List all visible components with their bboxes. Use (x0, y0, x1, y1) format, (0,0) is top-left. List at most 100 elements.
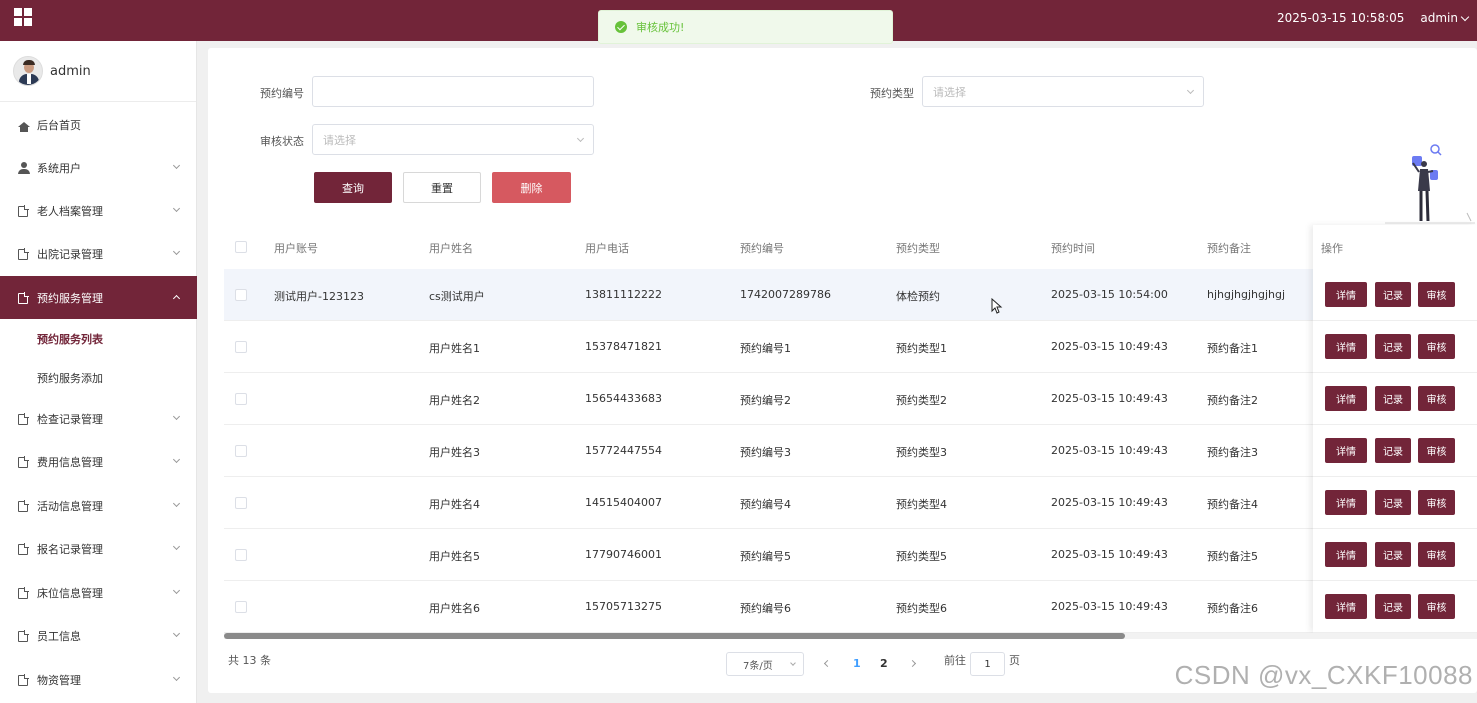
booking-no-label: 预约编号 (260, 87, 304, 100)
record-button[interactable]: 记录 (1375, 334, 1411, 359)
document-icon (18, 673, 29, 686)
operation-column: 操作 详情 记录 审核 详情 记录 审核 详情 记录 审核 详情 记录 审核 详… (1313, 225, 1477, 633)
booking-no-input[interactable] (312, 76, 594, 107)
sidebar-item-label: 员工信息 (37, 629, 81, 643)
column-header: 预约类型 (896, 242, 940, 255)
table-cell: 预约编号4 (740, 498, 791, 511)
table-cell: 用户姓名6 (429, 602, 480, 615)
record-button[interactable]: 记录 (1375, 438, 1411, 463)
app-grid-icon[interactable] (14, 8, 32, 26)
table-cell: 14515404007 (585, 496, 662, 509)
row-checkbox[interactable] (235, 445, 247, 457)
audit-button[interactable]: 审核 (1418, 594, 1455, 619)
table-row[interactable]: 测试用户-123123 cs测试用户 13811112222 174200728… (224, 269, 1314, 321)
sidebar-item-discharge-records[interactable]: 出院记录管理 (0, 232, 197, 275)
chevron-down-icon (172, 455, 181, 464)
chevron-down-icon (172, 629, 181, 638)
sidebar-item-staff-info[interactable]: 员工信息 (0, 614, 197, 657)
audit-status-placeholder: 请选择 (323, 133, 356, 147)
table-cell: 2025-03-15 10:54:00 (1051, 288, 1168, 301)
audit-status-select[interactable]: 请选择 (312, 124, 594, 155)
detail-button[interactable]: 详情 (1325, 386, 1367, 411)
scrollbar-thumb[interactable] (224, 633, 1125, 639)
sidebar-item-label: 出院记录管理 (37, 247, 103, 261)
chevron-down-icon (576, 134, 585, 143)
query-button[interactable]: 查询 (314, 172, 392, 203)
delete-button[interactable]: 删除 (492, 172, 571, 203)
user-menu[interactable]: admin (1420, 11, 1470, 25)
sidebar-subitem-booking-list[interactable]: 预约服务列表 (0, 319, 197, 358)
table-row[interactable]: 用户姓名6 15705713275 预约编号6 预约类型6 2025-03-15… (224, 581, 1314, 633)
table-row[interactable]: 用户姓名1 15378471821 预约编号1 预约类型1 2025-03-15… (224, 321, 1314, 373)
audit-button[interactable]: 审核 (1418, 282, 1455, 307)
table-cell: 15772447554 (585, 444, 662, 457)
record-button[interactable]: 记录 (1375, 594, 1411, 619)
record-button[interactable]: 记录 (1375, 490, 1411, 515)
sidebar-item-exam-records[interactable]: 检查记录管理 (0, 397, 197, 440)
chevron-down-icon (172, 673, 181, 682)
table-cell: 测试用户-123123 (274, 290, 364, 303)
sidebar-item-fee-info[interactable]: 费用信息管理 (0, 440, 197, 483)
audit-button[interactable]: 审核 (1418, 334, 1455, 359)
sidebar-item-supplies[interactable]: 物资管理 (0, 658, 197, 701)
audit-button[interactable]: 审核 (1418, 542, 1455, 567)
row-checkbox[interactable] (235, 289, 247, 301)
column-header: 预约备注 (1207, 242, 1251, 255)
record-button[interactable]: 记录 (1375, 386, 1411, 411)
sidebar-item-elder-records[interactable]: 老人档案管理 (0, 189, 197, 232)
audit-button[interactable]: 审核 (1418, 490, 1455, 515)
row-checkbox[interactable] (235, 549, 247, 561)
table-row[interactable]: 用户姓名3 15772447554 预约编号3 预约类型3 2025-03-15… (224, 425, 1314, 477)
row-checkbox[interactable] (235, 497, 247, 509)
booking-type-select[interactable]: 请选择 (922, 76, 1204, 107)
table-cell: 2025-03-15 10:49:43 (1051, 548, 1168, 561)
table-cell: 用户姓名4 (429, 498, 480, 511)
table-cell: 1742007289786 (740, 288, 831, 301)
table-row[interactable]: 用户姓名4 14515404007 预约编号4 预约类型4 2025-03-15… (224, 477, 1314, 529)
audit-button[interactable]: 审核 (1418, 386, 1455, 411)
row-checkbox[interactable] (235, 601, 247, 613)
row-checkbox[interactable] (235, 341, 247, 353)
sidebar-item-label: 床位信息管理 (37, 586, 103, 600)
document-icon (18, 455, 29, 468)
document-icon (18, 542, 29, 555)
page-number-2[interactable]: 2 (880, 657, 888, 670)
table-row[interactable]: 用户姓名2 15654433683 预约编号2 预约类型2 2025-03-15… (224, 373, 1314, 425)
table-cell: 预约备注5 (1207, 550, 1258, 563)
document-icon (18, 247, 29, 260)
detail-button[interactable]: 详情 (1325, 542, 1367, 567)
record-button[interactable]: 记录 (1375, 542, 1411, 567)
table-row[interactable]: 用户姓名5 17790746001 预约编号5 预约类型5 2025-03-15… (224, 529, 1314, 581)
next-page-icon[interactable] (908, 659, 917, 668)
audit-button[interactable]: 审核 (1418, 438, 1455, 463)
detail-button[interactable]: 详情 (1325, 594, 1367, 619)
page-size-select[interactable]: 7条/页 (726, 652, 804, 676)
detail-button[interactable]: 详情 (1325, 282, 1367, 307)
sidebar-item-booking-service[interactable]: 预约服务管理 (0, 276, 197, 319)
chevron-down-icon (1186, 86, 1195, 95)
sidebar-item-system-users[interactable]: 系统用户 (0, 146, 197, 189)
op-column-header: 操作 (1321, 242, 1343, 255)
column-header: 用户账号 (274, 242, 318, 255)
reset-button[interactable]: 重置 (403, 172, 481, 203)
column-header: 预约编号 (740, 242, 784, 255)
select-all-checkbox[interactable] (235, 241, 247, 253)
row-checkbox[interactable] (235, 393, 247, 405)
horizontal-scrollbar[interactable] (224, 633, 1477, 639)
page-number-1[interactable]: 1 (853, 657, 861, 670)
sidebar-item-bed-info[interactable]: 床位信息管理 (0, 571, 197, 614)
record-button[interactable]: 记录 (1375, 282, 1411, 307)
sidebar-item-home[interactable]: 后台首页 (0, 103, 197, 146)
detail-button[interactable]: 详情 (1325, 490, 1367, 515)
sidebar-item-activity-info[interactable]: 活动信息管理 (0, 484, 197, 527)
prev-page-icon[interactable] (823, 659, 832, 668)
goto-suffix: 页 (1009, 654, 1020, 667)
sidebar-subitem-booking-add[interactable]: 预约服务添加 (0, 358, 197, 397)
watermark: CSDN @vx_CXKF10088 (1174, 660, 1473, 690)
detail-button[interactable]: 详情 (1325, 334, 1367, 359)
table-cell: 预约备注6 (1207, 602, 1258, 615)
op-row: 详情 记录 审核 (1313, 477, 1477, 529)
goto-page-input[interactable]: 1 (970, 652, 1005, 676)
sidebar-item-signup-records[interactable]: 报名记录管理 (0, 527, 197, 570)
detail-button[interactable]: 详情 (1325, 438, 1367, 463)
